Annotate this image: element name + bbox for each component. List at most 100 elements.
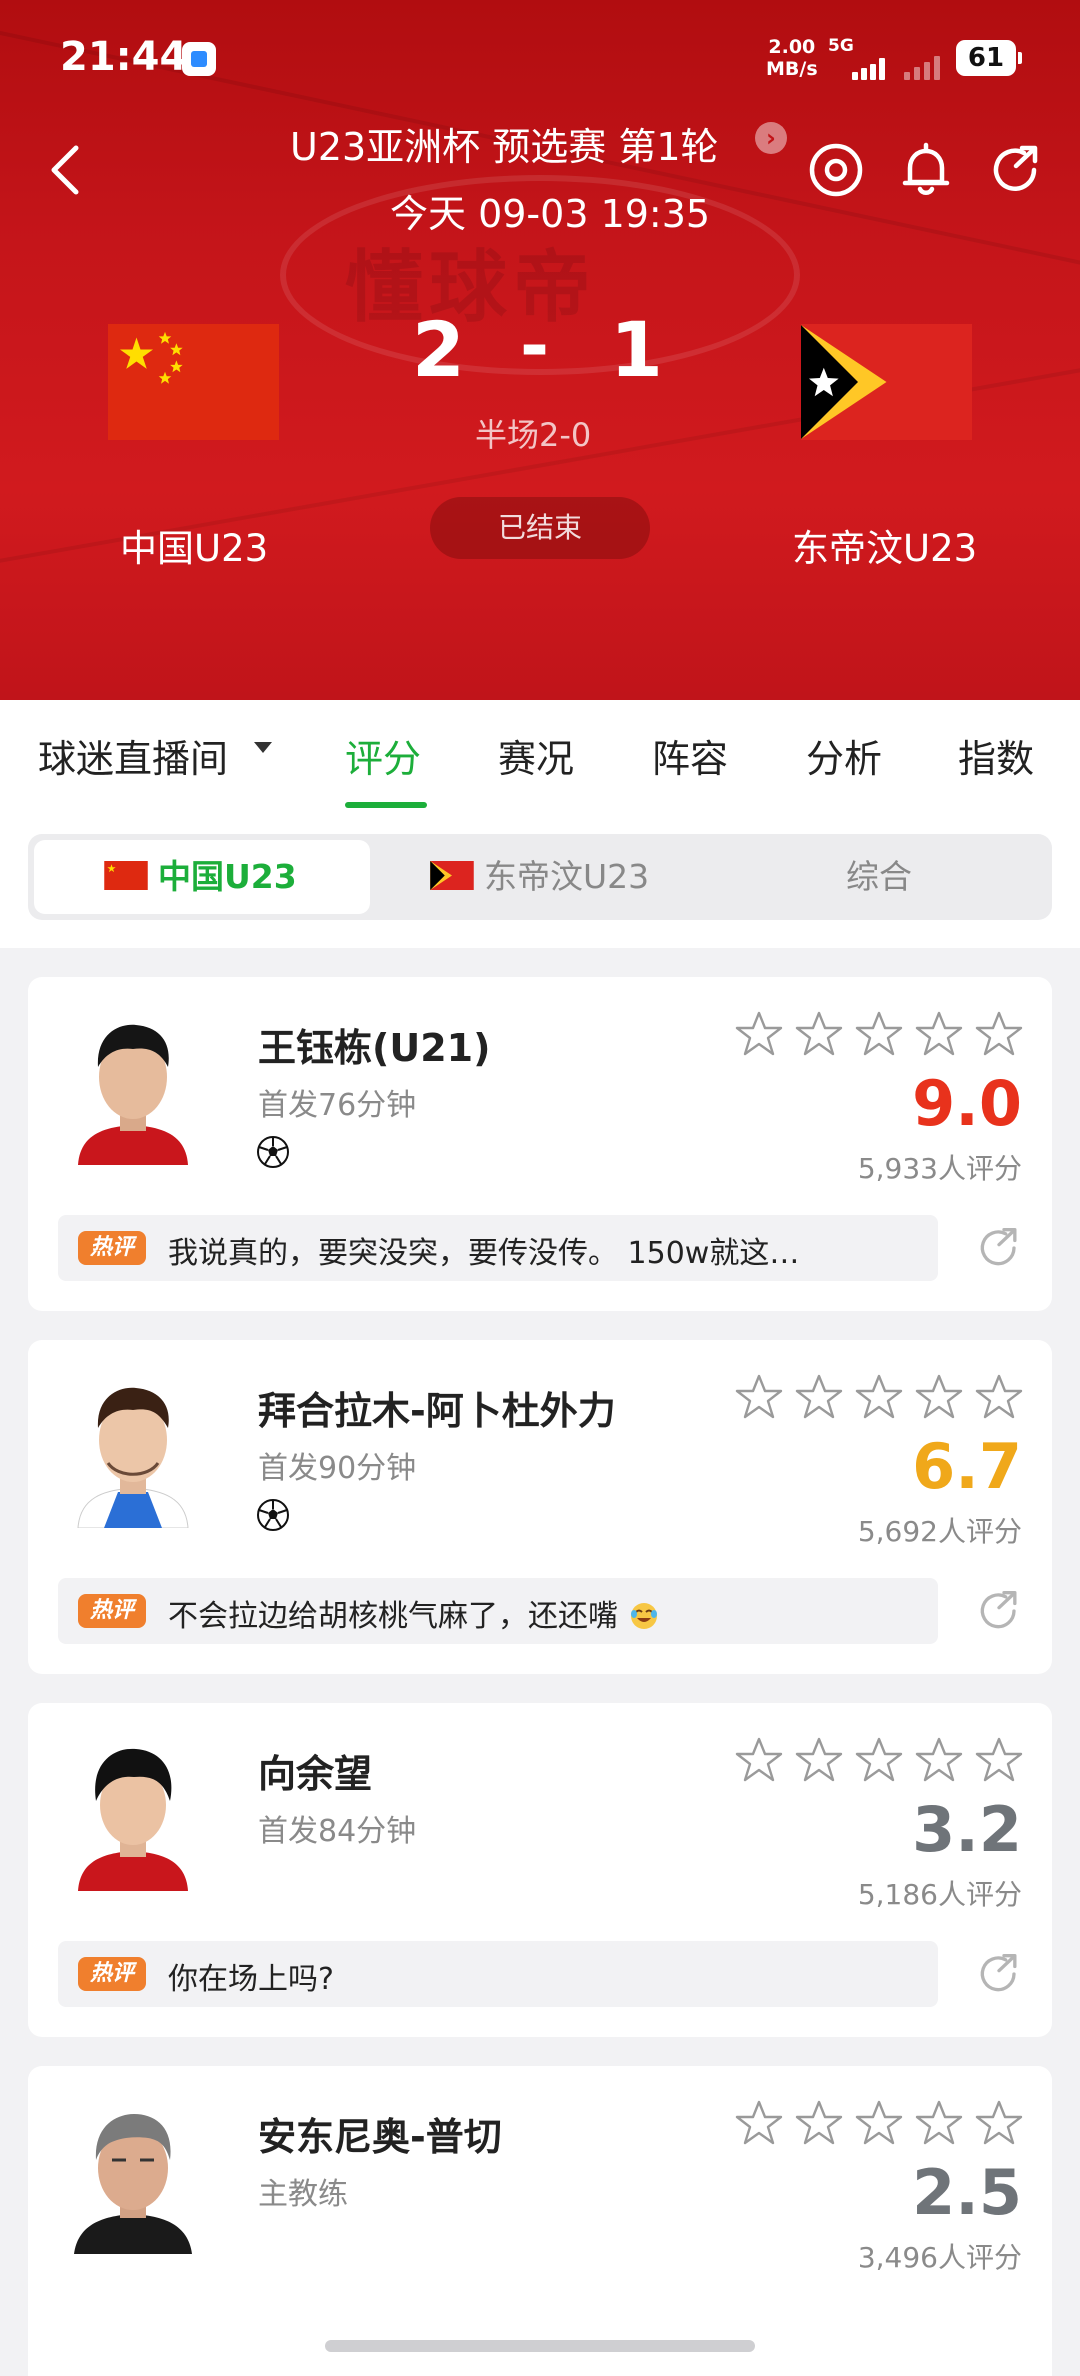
match-header: 懂球帝 21:44 2.00 MB/s 5G 61 U23亚洲杯 预选赛 第1轮… (0, 0, 1080, 700)
match-tabs: 球迷直播间 评分 赛况 阵容 分析 指数 (0, 700, 1080, 808)
rating-count: 5,692人评分 (857, 1515, 1022, 1548)
away-team-name[interactable]: 东帝汶U23 (792, 518, 977, 572)
speed-unit: MB/s (766, 58, 818, 80)
hot-comment-text: 你在场上吗? (168, 1962, 334, 1997)
star-icon[interactable] (794, 2098, 844, 2148)
league-round-title[interactable]: U23亚洲杯 预选赛 第1轮 (290, 116, 719, 171)
coach-role: 主教练 (258, 2177, 348, 2212)
timor-leste-flag-icon (430, 861, 474, 890)
share-icon[interactable] (974, 1586, 1024, 1636)
player-rating-card[interactable]: 向余望 首发84分钟 3.2 5,186人评分 热评 你在场上吗? (28, 1703, 1052, 2037)
follow-target-icon[interactable] (806, 140, 866, 200)
player-name: 拜合拉木-阿卜杜外力 (258, 1389, 616, 1433)
tab-match-events[interactable]: 赛况 (498, 728, 574, 783)
star-icon[interactable] (914, 1735, 964, 1785)
share-icon[interactable] (986, 140, 1046, 200)
star-icon[interactable] (794, 1009, 844, 1059)
tab-fan-live-room[interactable]: 球迷直播间 (38, 728, 228, 783)
china-flag-icon (104, 861, 148, 890)
hot-comment-text: 不会拉边给胡核桃气麻了，还还嘴 (168, 1591, 660, 1635)
rating-stars[interactable] (734, 1735, 1024, 1789)
star-icon[interactable] (974, 1009, 1024, 1059)
rating-stars[interactable] (734, 2098, 1024, 2152)
chevron-right-icon[interactable]: › (755, 122, 787, 154)
signal-strength-secondary-icon (904, 52, 948, 80)
player-avatar (68, 1731, 198, 1891)
player-minutes: 首发76分钟 (258, 1088, 417, 1123)
home-score: 2 (412, 305, 465, 394)
speed-value: 2.00 (768, 36, 816, 58)
player-score: 2.5 (912, 2156, 1022, 2229)
watermark-logo-text: 懂球帝 (345, 243, 598, 333)
player-minutes: 首发90分钟 (258, 1451, 417, 1486)
status-time: 21:44 (60, 34, 188, 80)
tab-analysis[interactable]: 分析 (806, 728, 882, 783)
star-icon[interactable] (794, 1372, 844, 1422)
player-name: 王钰栋(U21) (258, 1026, 491, 1070)
star-icon[interactable] (734, 2098, 784, 2148)
hot-comment[interactable]: 热评 你在场上吗? (58, 1941, 938, 2007)
home-team-name[interactable]: 中国U23 (120, 518, 268, 572)
star-icon[interactable] (854, 1735, 904, 1785)
hot-comment-tag: 热评 (78, 1231, 146, 1265)
team-segment-control: 中国U23 东帝汶U23 综合 (28, 834, 1052, 920)
tab-odds[interactable]: 指数 (958, 728, 1034, 783)
segment-away-label: 东帝汶U23 (484, 857, 650, 896)
hot-comment[interactable]: 热评 我说真的，要突没突，要传没传。 150w就这… (58, 1215, 938, 1281)
bell-icon[interactable] (896, 140, 956, 200)
player-score: 6.7 (912, 1430, 1022, 1503)
player-score: 9.0 (912, 1067, 1022, 1140)
segment-away-team[interactable]: 东帝汶U23 (430, 834, 649, 920)
app-notification-icon (182, 42, 216, 76)
star-icon[interactable] (854, 1009, 904, 1059)
caret-down-icon[interactable] (254, 742, 272, 753)
star-icon[interactable] (914, 1372, 964, 1422)
rating-count: 5,186人评分 (857, 1878, 1022, 1911)
star-icon[interactable] (974, 1735, 1024, 1785)
player-minutes: 首发84分钟 (258, 1814, 417, 1849)
hot-comment-text-content: 不会拉边给胡核桃气麻了，还还嘴 (168, 1599, 618, 1634)
match-datetime: 今天 09-03 19:35 (390, 192, 711, 236)
star-icon[interactable] (734, 1009, 784, 1059)
hot-comment[interactable]: 热评 不会拉边给胡核桃气麻了，还还嘴 (58, 1578, 938, 1644)
half-time-score: 半场2-0 (475, 416, 592, 454)
rating-stars[interactable] (734, 1009, 1024, 1063)
hot-comment-text: 我说真的，要突没突，要传没传。 150w就这… (168, 1236, 800, 1271)
player-rating-card[interactable]: 拜合拉木-阿卜杜外力 首发90分钟 6.7 5,692人评分 热评 不会拉边给胡… (28, 1340, 1052, 1674)
star-icon[interactable] (854, 1372, 904, 1422)
player-score: 3.2 (912, 1793, 1022, 1866)
star-icon[interactable] (854, 2098, 904, 2148)
timor-leste-flag-icon (801, 324, 972, 440)
network-type: 5G (828, 36, 854, 56)
tab-ratings[interactable]: 评分 (345, 728, 421, 783)
tab-lineup[interactable]: 阵容 (652, 728, 728, 783)
rating-count: 3,496人评分 (857, 2241, 1022, 2274)
star-icon[interactable] (734, 1372, 784, 1422)
home-indicator[interactable] (325, 2340, 755, 2352)
player-rating-card[interactable]: 王钰栋(U21) 首发76分钟 9.0 5,933人评分 热评 我说真的，要突没… (28, 977, 1052, 1311)
away-score: 1 (610, 305, 663, 394)
coach-avatar (68, 2094, 198, 2254)
back-icon[interactable] (42, 140, 92, 200)
match-status-badge: 已结束 (430, 497, 650, 559)
china-flag-icon (108, 324, 279, 440)
hot-comment-tag: 热评 (78, 1957, 146, 1991)
laughing-emoji-icon (628, 1600, 660, 1630)
star-icon[interactable] (974, 2098, 1024, 2148)
segment-home-label: 中国U23 (158, 857, 297, 896)
segment-all[interactable]: 综合 (846, 834, 912, 920)
rating-count: 5,933人评分 (857, 1152, 1022, 1185)
star-icon[interactable] (734, 1735, 784, 1785)
star-icon[interactable] (914, 1009, 964, 1059)
rating-stars[interactable] (734, 1372, 1024, 1426)
share-icon[interactable] (974, 1949, 1024, 1999)
star-icon[interactable] (794, 1735, 844, 1785)
star-icon[interactable] (914, 2098, 964, 2148)
player-avatar (68, 1368, 198, 1528)
star-icon[interactable] (974, 1372, 1024, 1422)
hot-comment-tag: 热评 (78, 1594, 146, 1628)
segment-home-team[interactable]: 中国U23 (104, 834, 297, 920)
player-rating-card[interactable]: 安东尼奥-普切 主教练 2.5 3,496人评分 (28, 2066, 1052, 2376)
battery-icon: 61 (956, 40, 1022, 76)
share-icon[interactable] (974, 1223, 1024, 1273)
